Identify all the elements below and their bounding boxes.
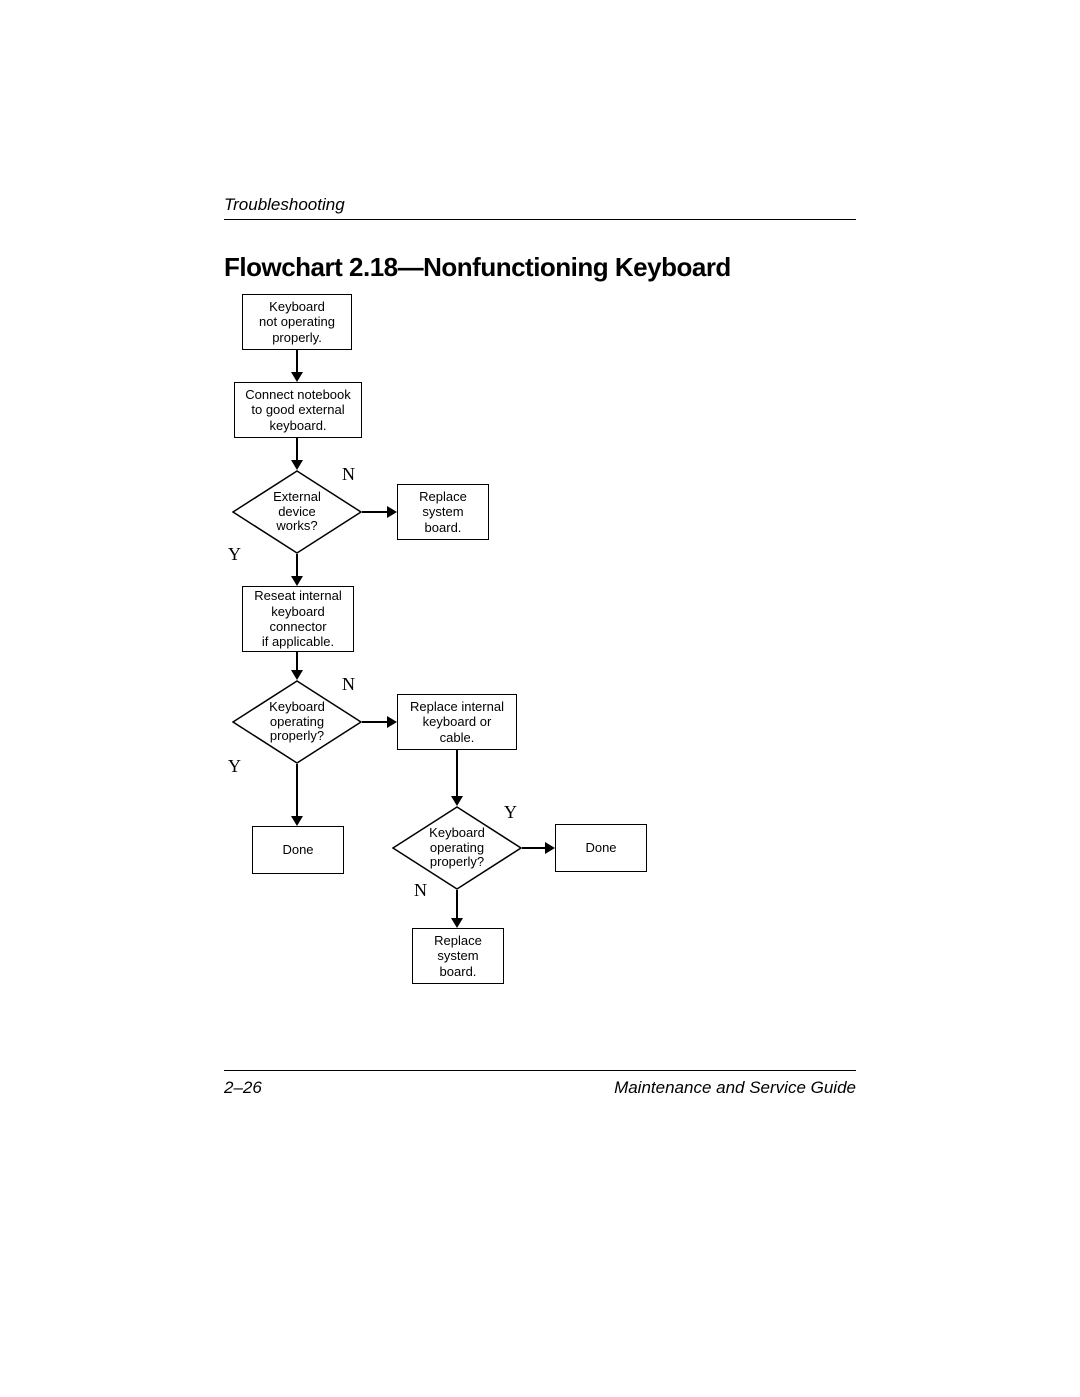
node-replace-systemboard-2: Replace system board. (412, 928, 504, 984)
label-no: N (414, 880, 427, 901)
node-replace-kb-text: Replace internal keyboard or cable. (410, 699, 504, 745)
connector (522, 847, 547, 849)
label-yes: Y (228, 756, 241, 777)
connector (456, 890, 458, 920)
arrowhead-down-icon (451, 796, 463, 806)
node-start-text: Keyboard not operating properly. (259, 299, 335, 345)
connector (456, 750, 458, 798)
node-replace-sb2-text: Replace system board. (434, 933, 482, 979)
page-title: Flowchart 2.18—Nonfunctioning Keyboard (224, 252, 731, 283)
arrowhead-down-icon (291, 460, 303, 470)
node-connect-external: Connect notebook to good external keyboa… (234, 382, 362, 438)
node-done2-text: Done (585, 840, 616, 855)
arrowhead-right-icon (387, 506, 397, 518)
node-done-2: Done (555, 824, 647, 872)
label-no: N (342, 674, 355, 695)
node-kb-op1-text: Keyboard operating properly? (269, 700, 325, 745)
label-yes: Y (504, 802, 517, 823)
node-done1-text: Done (282, 842, 313, 857)
arrowhead-down-icon (291, 372, 303, 382)
node-done-1: Done (252, 826, 344, 874)
arrowhead-down-icon (291, 816, 303, 826)
node-reseat-text: Reseat internal keyboard connector if ap… (254, 588, 341, 649)
label-yes: Y (228, 544, 241, 565)
node-kb-op2-text: Keyboard operating properly? (429, 826, 485, 871)
node-replace-sb1-text: Replace system board. (419, 489, 467, 535)
node-external-works-text: External device works? (273, 490, 321, 535)
footer-page-number: 2–26 (224, 1078, 262, 1098)
connector (296, 652, 298, 672)
node-replace-systemboard-1: Replace system board. (397, 484, 489, 540)
node-start: Keyboard not operating properly. (242, 294, 352, 350)
arrowhead-right-icon (545, 842, 555, 854)
connector (296, 554, 298, 578)
connector (296, 764, 298, 818)
flowchart: Keyboard not operating properly. Connect… (224, 294, 856, 1066)
running-header: Troubleshooting (224, 195, 856, 220)
arrowhead-down-icon (451, 918, 463, 928)
connector (362, 721, 389, 723)
arrowhead-down-icon (291, 576, 303, 586)
section-name: Troubleshooting (224, 195, 345, 214)
node-replace-keyboard: Replace internal keyboard or cable. (397, 694, 517, 750)
arrowhead-down-icon (291, 670, 303, 680)
connector (296, 438, 298, 462)
node-reseat-connector: Reseat internal keyboard connector if ap… (242, 586, 354, 652)
connector (296, 350, 298, 374)
node-connect-text: Connect notebook to good external keyboa… (245, 387, 351, 433)
arrowhead-right-icon (387, 716, 397, 728)
footer-rule (224, 1070, 856, 1071)
node-kb-operating-2: Keyboard operating properly? (392, 806, 522, 890)
footer-book-title: Maintenance and Service Guide (614, 1078, 856, 1098)
label-no: N (342, 464, 355, 485)
connector (362, 511, 389, 513)
